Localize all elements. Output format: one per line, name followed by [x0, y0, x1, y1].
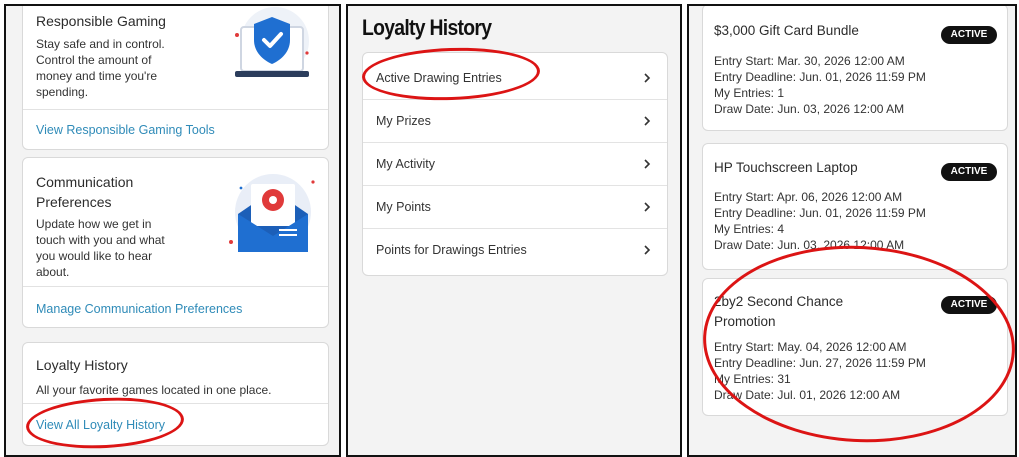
communication-preferences-text: Update how we get in touch with you and …: [36, 217, 165, 279]
communication-preferences-title: Communication Preferences: [36, 174, 134, 210]
entry-card[interactable]: HP Touchscreen Laptop ACTIVE Entry Start…: [702, 143, 1008, 270]
entry-count: My Entries: 4: [714, 222, 785, 236]
status-badge: ACTIVE: [941, 163, 997, 181]
entry-deadline: Entry Deadline: Jun. 01, 2026 11:59 PM: [714, 206, 926, 220]
menu-item-label: My Prizes: [376, 114, 431, 128]
entry-start: Entry Start: Mar. 30, 2026 12:00 AM: [714, 54, 905, 68]
loyalty-history-panel: Loyalty History Active Drawing Entries M…: [346, 4, 682, 457]
menu-item-my-points[interactable]: My Points: [363, 186, 667, 229]
status-badge: ACTIVE: [941, 296, 997, 314]
view-responsible-gaming-tools-link[interactable]: View Responsible Gaming Tools: [36, 122, 215, 138]
loyalty-history-title: Loyalty History: [36, 357, 128, 373]
menu-item-my-activity[interactable]: My Activity: [363, 143, 667, 186]
entry-deadline: Entry Deadline: Jun. 27, 2026 11:59 PM: [714, 356, 926, 370]
entry-start: Entry Start: Apr. 06, 2026 12:00 AM: [714, 190, 903, 204]
chevron-right-icon: [644, 116, 651, 126]
page-title: Loyalty History: [362, 15, 492, 40]
entry-count: My Entries: 1: [714, 86, 785, 100]
manage-communication-preferences-link[interactable]: Manage Communication Preferences: [36, 301, 242, 317]
entry-title: $3,000 Gift Card Bundle: [714, 23, 859, 38]
chevron-right-icon: [644, 245, 651, 255]
chevron-right-icon: [644, 202, 651, 212]
draw-date: Draw Date: Jul. 01, 2026 12:00 AM: [714, 388, 901, 402]
menu-item-points-for-drawings-entries[interactable]: Points for Drawings Entries: [363, 229, 667, 272]
chevron-right-icon: [644, 159, 651, 169]
entry-count: My Entries: 31: [714, 372, 791, 386]
loyalty-history-card: Loyalty History All your favorite games …: [22, 342, 329, 446]
responsible-gaming-card: Responsible Gaming Stay safe and in cont…: [22, 6, 329, 150]
loyalty-menu: Active Drawing Entries My Prizes My Acti…: [362, 52, 668, 276]
menu-item-label: My Points: [376, 200, 431, 214]
draw-date: Draw Date: Jun. 03, 2026 12:00 AM: [714, 102, 905, 116]
entry-deadline: Entry Deadline: Jun. 01, 2026 11:59 PM: [714, 70, 926, 84]
chevron-right-icon: [644, 73, 651, 83]
entry-start: Entry Start: May. 04, 2026 12:00 AM: [714, 340, 907, 354]
card-divider: [23, 109, 328, 110]
status-badge: ACTIVE: [941, 26, 997, 44]
card-divider: [23, 286, 328, 287]
communication-preferences-card: Communication Preferences Update how we …: [22, 157, 329, 328]
menu-item-active-drawing-entries[interactable]: Active Drawing Entries: [363, 57, 667, 100]
menu-item-label: Points for Drawings Entries: [376, 243, 527, 257]
draw-date: Draw Date: Jun. 03, 2026 12:00 AM: [714, 238, 905, 252]
entry-card[interactable]: $3,000 Gift Card Bundle ACTIVE Entry Sta…: [702, 6, 1008, 131]
card-divider: [23, 403, 328, 404]
view-all-loyalty-history-link[interactable]: View All Loyalty History: [36, 417, 165, 433]
entry-card[interactable]: 2by2 Second Chance Promotion ACTIVE Entr…: [702, 278, 1008, 416]
entry-title: HP Touchscreen Laptop: [714, 160, 858, 175]
envelope-gear-icon: [221, 168, 321, 258]
active-drawing-entries-panel: $3,000 Gift Card Bundle ACTIVE Entry Sta…: [687, 4, 1017, 457]
shield-laptop-icon: [223, 7, 313, 85]
responsible-gaming-title: Responsible Gaming: [36, 13, 166, 29]
entry-title: 2by2 Second Chance Promotion: [714, 294, 844, 329]
loyalty-history-text: All your favorite games located in one p…: [36, 383, 272, 397]
menu-item-label: My Activity: [376, 157, 436, 171]
menu-item-label: Active Drawing Entries: [376, 71, 502, 85]
account-panel: Responsible Gaming Stay safe and in cont…: [4, 4, 341, 457]
responsible-gaming-text: Stay safe and in control. Control the am…: [36, 37, 165, 99]
menu-item-my-prizes[interactable]: My Prizes: [363, 100, 667, 143]
